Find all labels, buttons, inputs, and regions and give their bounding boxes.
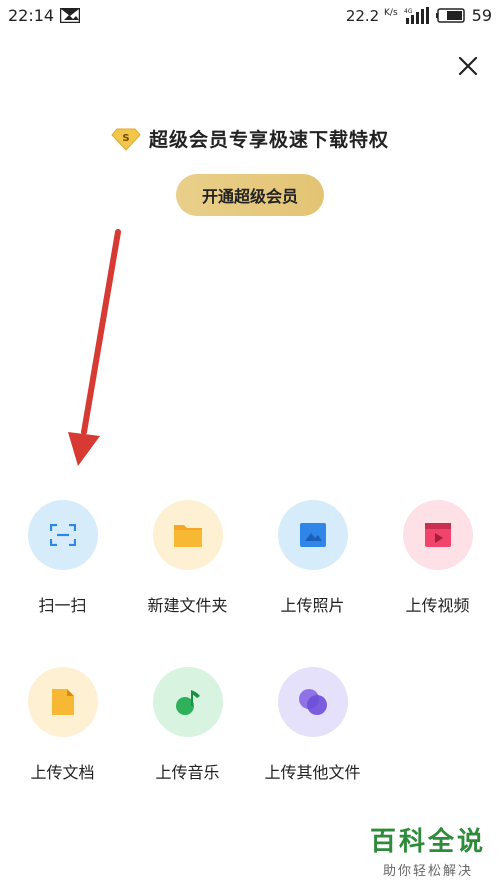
- tool-upload-music[interactable]: 上传音乐: [125, 667, 250, 783]
- signal-icon: 4G: [404, 7, 429, 24]
- folder-icon: [152, 500, 223, 570]
- close-icon[interactable]: [452, 50, 484, 82]
- status-right: 22.2 K/s 4G 59: [346, 6, 492, 25]
- network-speed: 22.2 K/s: [345, 6, 398, 25]
- tool-label: 上传照片: [280, 596, 345, 615]
- status-bar: 22:14 22.2 K/s 4G 59: [0, 0, 500, 32]
- promo-text: 超级会员专享极速下载特权: [148, 129, 389, 151]
- svg-text:S: S: [122, 133, 129, 144]
- open-vip-button[interactable]: 开通超级会员: [176, 174, 324, 216]
- tool-upload-video[interactable]: 上传视频: [375, 500, 500, 616]
- battery-icon: [435, 8, 465, 23]
- vip-diamond-icon: S: [111, 128, 141, 151]
- vip-promo: S 超级会员专享极速下载特权: [0, 125, 500, 152]
- tool-label: 上传音乐: [155, 763, 220, 782]
- other-files-icon: [277, 667, 348, 737]
- tool-label: 上传视频: [405, 596, 470, 615]
- music-icon: [152, 667, 223, 737]
- tool-upload-document[interactable]: 上传文档: [0, 667, 125, 783]
- tool-label: 新建文件夹: [147, 596, 228, 615]
- video-icon: [402, 500, 473, 570]
- tool-scan[interactable]: 扫一扫: [0, 500, 125, 616]
- tool-new-folder[interactable]: 新建文件夹: [125, 500, 250, 616]
- scan-icon: [27, 500, 98, 570]
- watermark-subtitle: 助你轻松解决: [382, 864, 473, 879]
- battery-level: 59: [471, 6, 492, 25]
- document-icon: [27, 667, 98, 737]
- notification-icon: [60, 8, 80, 23]
- tool-label: 上传文档: [30, 763, 95, 782]
- tool-label: 上传其他文件: [264, 763, 361, 782]
- tool-upload-photo[interactable]: 上传照片: [250, 500, 375, 616]
- tool-label: 扫一扫: [38, 596, 87, 615]
- photo-icon: [277, 500, 348, 570]
- watermark-title: 百科全说: [369, 827, 486, 857]
- tool-upload-other-files[interactable]: 上传其他文件: [250, 667, 375, 783]
- svg-text:4G: 4G: [404, 8, 413, 15]
- watermark-logo: 百科全说 助你轻松解决: [370, 821, 486, 879]
- status-time: 22:14: [8, 6, 55, 25]
